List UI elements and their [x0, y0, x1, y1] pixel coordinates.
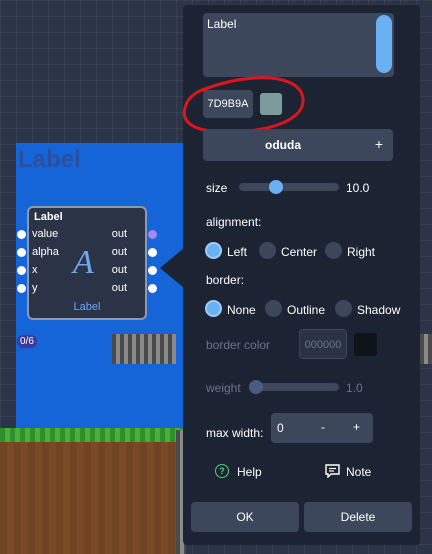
output-pin[interactable] [148, 284, 157, 293]
max-width-stepper[interactable]: 0 - + [271, 413, 373, 443]
scene-label-text: Label [18, 146, 81, 173]
minus-button[interactable]: - [321, 420, 325, 434]
text-a-icon: A [73, 244, 94, 281]
radio-border-shadow[interactable] [335, 300, 352, 317]
output-pin[interactable] [148, 230, 157, 239]
weight-value: 1.0 [346, 381, 363, 395]
output-pin[interactable] [148, 266, 157, 275]
output-port-label: out [111, 264, 127, 276]
help-label: Help [237, 465, 262, 479]
label-text-area[interactable]: Label [203, 13, 394, 77]
delete-button[interactable]: Delete [304, 502, 412, 532]
properties-panel: Label 7D9B9A oduda + size 10.0 alignment… [182, 5, 420, 545]
help-icon: ? [215, 464, 229, 478]
border-color-swatch[interactable] [354, 333, 377, 356]
plus-icon: + [374, 136, 383, 152]
output-port-label: out [111, 282, 127, 294]
input-pin-y[interactable] [17, 284, 26, 293]
note-label: Note [346, 465, 372, 479]
input-port-value: value [32, 228, 59, 240]
scene-stone-tile [420, 334, 432, 364]
panel-pointer [160, 248, 184, 288]
label-scrollbar[interactable] [376, 15, 392, 73]
input-port-y: y [32, 282, 38, 294]
alignment-label: alignment: [206, 215, 262, 229]
size-slider[interactable] [239, 180, 339, 194]
border-color-label: border color [206, 338, 271, 352]
instance-counter: 0/6 [17, 335, 37, 348]
size-value: 10.0 [346, 181, 370, 195]
font-dropdown[interactable]: oduda + [203, 129, 393, 161]
scene-dirt-tiles [0, 428, 186, 554]
label-text-value: Label [207, 17, 237, 31]
radio-align-center[interactable] [259, 242, 276, 259]
border-shadow-label: Shadow [357, 303, 401, 317]
scene-grass-tiles [0, 428, 186, 442]
align-center-label: Center [281, 245, 318, 259]
radio-align-left[interactable] [205, 242, 222, 259]
max-width-value[interactable]: 0 [277, 421, 284, 435]
font-dropdown-value: oduda [265, 138, 301, 152]
weight-slider[interactable] [249, 380, 339, 394]
input-pin-value[interactable] [17, 230, 26, 239]
border-outline-label: Outline [287, 303, 326, 317]
node-subtitle: Label [73, 301, 101, 313]
input-pin-alpha[interactable] [17, 248, 26, 257]
ok-button[interactable]: OK [191, 502, 299, 532]
weight-label: weight [206, 381, 241, 395]
align-left-label: Left [227, 245, 248, 259]
note-icon [325, 464, 340, 478]
align-right-label: Right [347, 245, 376, 259]
scene-stone-tile [112, 334, 176, 364]
output-pin[interactable] [148, 248, 157, 257]
radio-border-none[interactable] [205, 300, 222, 317]
label-node[interactable]: Label value alpha x y out out out out A … [17, 206, 157, 320]
radio-align-right[interactable] [325, 242, 342, 259]
input-port-x: x [32, 264, 38, 276]
border-color-input[interactable]: 000000 [299, 329, 347, 359]
output-port-label: out [111, 228, 127, 240]
input-pin-x[interactable] [17, 266, 26, 275]
radio-border-outline[interactable] [265, 300, 282, 317]
node-title: Label [34, 211, 63, 223]
size-label: size [206, 181, 228, 195]
border-none-label: None [227, 303, 256, 317]
max-width-label: max width: [206, 426, 264, 440]
border-label: border: [206, 273, 245, 287]
input-port-alpha: alpha [32, 246, 59, 258]
size-slider-thumb[interactable] [269, 180, 284, 194]
weight-slider-thumb[interactable] [249, 380, 263, 394]
output-port-label: out [111, 246, 127, 258]
plus-button[interactable]: + [353, 420, 360, 434]
